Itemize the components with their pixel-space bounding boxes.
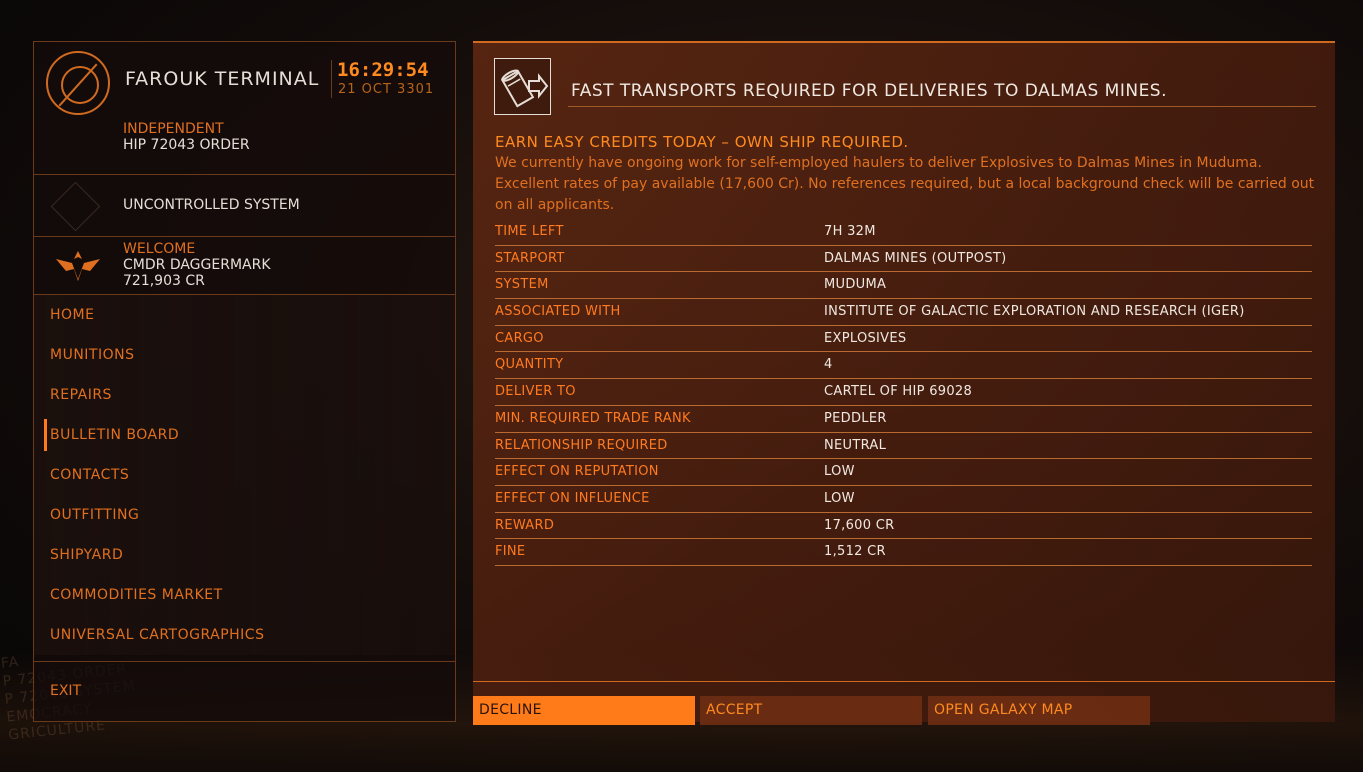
detail-value: 17,600 CR: [824, 517, 895, 533]
power-diamond-icon: [50, 181, 101, 232]
nav-divider: [34, 661, 455, 662]
nav-item-universal-cartographics[interactable]: UNIVERSAL CARTOGRAPHICS: [34, 615, 455, 655]
commander-row: WELCOME CMDR DAGGERMARK 721,903 CR: [34, 237, 455, 295]
detail-row: STARPORT DALMAS MINES (OUTPOST): [495, 246, 1312, 273]
faction-allegiance: INDEPENDENT: [123, 121, 224, 137]
station-nav-menu: HOME MUNITIONS REPAIRS BULLETIN BOARD CO…: [34, 295, 455, 662]
detail-value: LOW: [824, 490, 855, 506]
nav-item-commodities-market[interactable]: COMMODITIES MARKET: [34, 575, 455, 615]
detail-value: DALMAS MINES (OUTPOST): [824, 250, 1007, 266]
detail-row: MIN. REQUIRED TRADE RANK PEDDLER: [495, 406, 1312, 433]
detail-label: ASSOCIATED WITH: [495, 304, 621, 320]
nav-item-bulletin-board[interactable]: BULLETIN BOARD: [34, 415, 455, 455]
detail-label: TIME LEFT: [495, 224, 564, 239]
detail-value: CARTEL OF HIP 69028: [824, 384, 973, 400]
detail-label: CARGO: [495, 330, 544, 346]
cargo-canister-icon: [500, 69, 549, 108]
commander-name: CMDR DAGGERMARK: [123, 257, 271, 273]
detail-row: DELIVER TO CARTEL OF HIP 69028: [495, 379, 1312, 406]
detail-label: EFFECT ON REPUTATION: [495, 464, 659, 480]
action-bar-divider: [473, 681, 1335, 682]
controlling-faction: HIP 72043 ORDER: [123, 137, 250, 153]
welcome-label: WELCOME: [123, 241, 196, 257]
detail-label: QUANTITY: [495, 357, 564, 373]
nav-item-contacts[interactable]: CONTACTS: [34, 455, 455, 495]
mission-detail-panel: FAST TRANSPORTS REQUIRED FOR DELIVERIES …: [473, 41, 1335, 725]
detail-label: SYSTEM: [495, 277, 549, 293]
detail-row: FINE 1,512 CR: [495, 539, 1312, 566]
open-galaxy-map-button[interactable]: OPEN GALAXY MAP: [928, 696, 1150, 725]
detail-label: RELATIONSHIP REQUIRED: [495, 437, 668, 453]
detail-row: RELATIONSHIP REQUIRED NEUTRAL: [495, 433, 1312, 460]
detail-label: MIN. REQUIRED TRADE RANK: [495, 410, 691, 426]
mission-details-table: TIME LEFT 7H 32M STARPORT DALMAS MINES (OU…: [495, 219, 1312, 566]
detail-row: SYSTEM MUDUMA: [495, 272, 1312, 300]
detail-row: QUANTITY 4: [495, 352, 1312, 380]
detail-label: REWARD: [495, 517, 555, 533]
detail-label: EFFECT ON INFLUENCE: [495, 490, 650, 506]
nav-item-exit[interactable]: EXIT: [34, 677, 81, 705]
detail-row: EFFECT ON INFLUENCE LOW: [495, 486, 1312, 513]
detail-value: MUDUMA: [824, 277, 887, 293]
detail-row: EFFECT ON REPUTATION LOW: [495, 459, 1312, 486]
decline-button[interactable]: DECLINE: [473, 696, 695, 725]
detail-label: STARPORT: [495, 250, 565, 266]
commander-credits: 721,903 CR: [123, 273, 205, 289]
cargo-delivery-icon: [494, 58, 551, 115]
detail-value: LOW: [824, 464, 855, 480]
system-status: UNCONTROLLED SYSTEM: [123, 197, 300, 213]
nav-item-repairs[interactable]: REPAIRS: [34, 375, 455, 415]
detail-row: TIME LEFT 7H 32M: [495, 219, 1312, 246]
detail-value: NEUTRAL: [824, 437, 887, 453]
detail-value: INSTITUTE OF GALACTIC EXPLORATION AND RE…: [824, 304, 1245, 320]
detail-label: DELIVER TO: [495, 384, 576, 400]
nav-item-munitions[interactable]: MUNITIONS: [34, 335, 455, 375]
detail-row: ASSOCIATED WITH INSTITUTE OF GALACTIC EXP…: [495, 299, 1312, 326]
detail-value: EXPLOSIVES: [824, 330, 907, 346]
nav-item-shipyard[interactable]: SHIPYARD: [34, 535, 455, 575]
title-divider: [568, 106, 1316, 107]
detail-row: CARGO EXPLOSIVES: [495, 326, 1312, 353]
clock-divider: [331, 60, 332, 98]
mission-headline: EARN EASY CREDITS TODAY – OWN SHIP REQUI…: [495, 133, 909, 151]
game-clock-time: 16:29:54: [337, 59, 429, 81]
system-status-row: UNCONTROLLED SYSTEM: [34, 176, 455, 237]
game-clock-date: 21 OCT 3301: [338, 82, 435, 97]
station-services-panel: FAROUK TERMINAL 16:29:54 21 OCT 3301 IND…: [33, 41, 456, 722]
detail-label: FINE: [495, 544, 526, 560]
pilot-rank-wings-icon: [56, 251, 100, 281]
detail-value: 1,512 CR: [824, 544, 886, 560]
station-name: FAROUK TERMINAL: [125, 68, 320, 90]
detail-value: PEDDLER: [824, 410, 887, 426]
mission-description: We currently have ongoing work for self-…: [495, 155, 1315, 213]
independent-faction-icon: [46, 51, 110, 115]
nav-item-home[interactable]: HOME: [34, 295, 455, 335]
detail-value: 4: [824, 357, 833, 373]
accept-button[interactable]: ACCEPT: [700, 696, 922, 725]
detail-value: 7H 32M: [824, 224, 876, 239]
station-header: FAROUK TERMINAL 16:29:54 21 OCT 3301 IND…: [34, 42, 455, 175]
detail-row: REWARD 17,600 CR: [495, 513, 1312, 540]
mission-title: FAST TRANSPORTS REQUIRED FOR DELIVERIES …: [571, 81, 1168, 101]
nav-item-outfitting[interactable]: OUTFITTING: [34, 495, 455, 535]
